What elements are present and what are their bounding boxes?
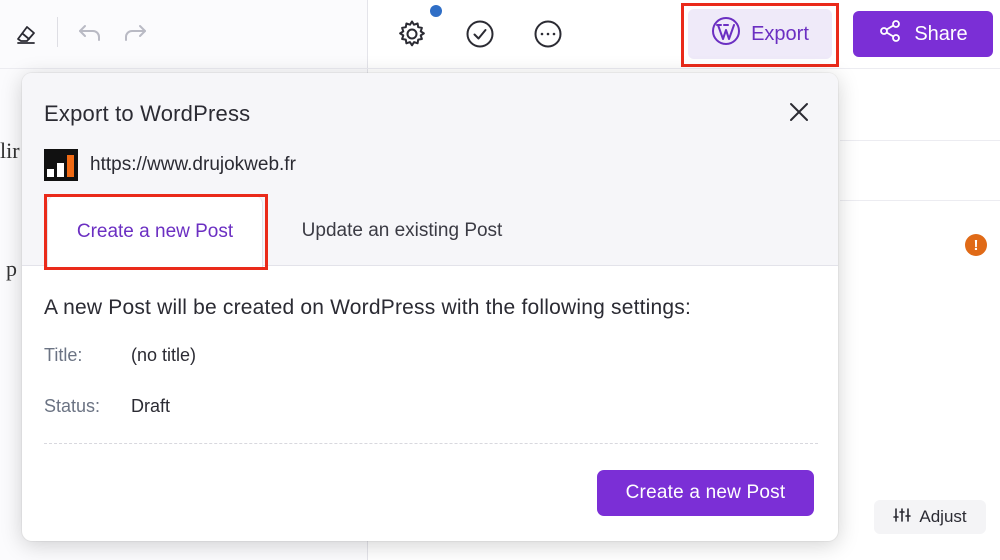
export-dialog: Export to WordPress https://www.drujokwe…: [22, 73, 838, 541]
tab-update-existing-post[interactable]: Update an existing Post: [278, 196, 526, 266]
more-icon[interactable]: [531, 17, 565, 51]
dialog-title: Export to WordPress: [44, 101, 251, 126]
check-circle-icon[interactable]: [463, 17, 497, 51]
title-field-label: Title:: [44, 345, 83, 365]
warning-icon[interactable]: !: [965, 234, 987, 256]
dialog-description: A new Post will be created on WordPress …: [44, 296, 692, 319]
adjust-label: Adjust: [919, 507, 967, 526]
editor-text-fragment: lir: [0, 138, 20, 163]
share-label: Share: [914, 22, 968, 45]
divider: [44, 443, 818, 444]
panel-divider: [840, 140, 1000, 141]
notification-dot: [430, 5, 442, 17]
close-icon[interactable]: [786, 99, 812, 125]
toolbar-separator: [57, 17, 58, 47]
site-url: https://www.drujokweb.fr: [90, 154, 296, 175]
create-new-post-button[interactable]: Create a new Post: [597, 470, 814, 516]
export-highlight-box: [681, 3, 839, 67]
share-button[interactable]: Share: [853, 11, 993, 57]
panel-divider: [840, 200, 1000, 201]
gear-icon[interactable]: [395, 17, 429, 51]
redo-icon[interactable]: [120, 18, 150, 48]
status-field-value: Draft: [131, 396, 171, 416]
site-row: https://www.drujokweb.fr: [44, 149, 296, 181]
toolbar-divider: [0, 68, 1000, 69]
share-icon: [878, 19, 902, 49]
adjust-button[interactable]: Adjust: [874, 500, 986, 534]
eraser-icon[interactable]: [12, 20, 40, 48]
site-logo: [44, 149, 78, 181]
status-field-label: Status:: [44, 396, 101, 416]
tab-highlight-box: [44, 194, 268, 270]
undo-icon[interactable]: [75, 18, 105, 48]
editor-text-fragment: p: [6, 256, 17, 281]
sliders-icon: [893, 507, 912, 528]
title-field-value: (no title): [131, 345, 197, 365]
